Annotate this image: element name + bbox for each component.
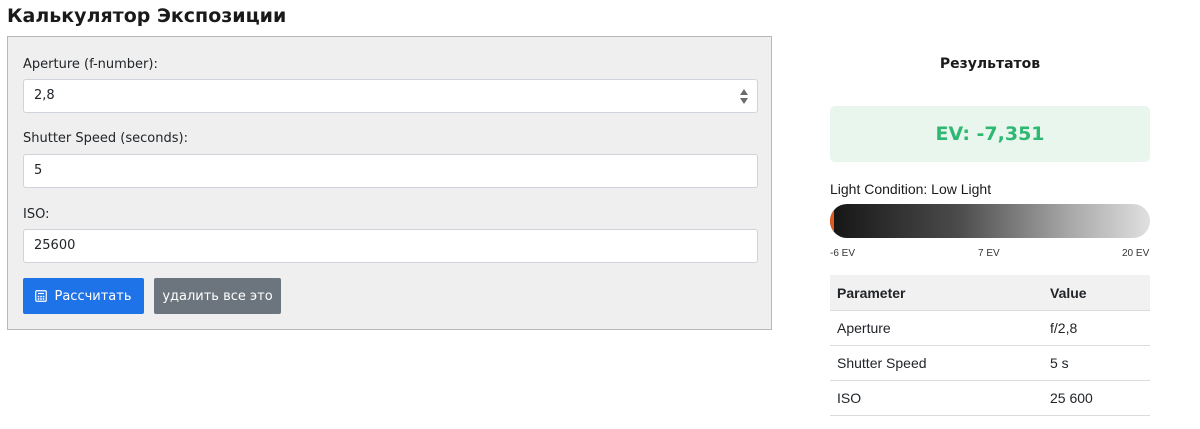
light-scale-bar — [830, 204, 1150, 238]
exposure-form-panel: Aperture (f-number): 2,8 Shutter Speed (… — [7, 36, 772, 330]
page-title: Калькулятор Экспозиции — [7, 5, 287, 27]
aperture-label: Aperture (f-number): — [23, 57, 158, 72]
aperture-value: 2,8 — [34, 88, 55, 103]
table-header-parameter: Parameter — [830, 275, 1043, 311]
table-row: Shutter Speed 5 s — [830, 345, 1150, 381]
aperture-input[interactable]: 2,8 — [23, 79, 758, 113]
table-cell-parameter: Shutter Speed — [830, 345, 1043, 381]
scale-max-label: 20 EV — [1122, 248, 1150, 259]
table-row: Aperture f/2,8 — [830, 310, 1150, 346]
shutter-speed-input[interactable]: 5 — [23, 154, 758, 188]
table-cell-parameter: Aperture — [830, 310, 1043, 346]
parameters-table: Parameter Value Aperture f/2,8 Shutter S… — [830, 275, 1150, 416]
calculate-button-label: Рассчитать — [54, 288, 132, 304]
table-cell-value: 25 600 — [1043, 380, 1150, 416]
light-level-marker — [830, 204, 834, 238]
light-condition-label: Light Condition: Low Light — [830, 181, 992, 197]
scale-min-label: -6 EV — [830, 248, 856, 259]
table-cell-parameter: ISO — [830, 380, 1043, 416]
scale-mid-label: 7 EV — [978, 248, 1000, 259]
calculate-button[interactable]: Рассчитать — [23, 278, 144, 314]
iso-value: 25600 — [34, 238, 76, 253]
clear-all-button[interactable]: удалить все это — [154, 278, 281, 314]
table-cell-value: f/2,8 — [1043, 310, 1150, 346]
ev-result-box: EV: -7,351 — [830, 106, 1150, 162]
calculator-icon — [35, 290, 48, 302]
results-title: Результатов — [939, 56, 1041, 72]
spin-down-icon[interactable] — [740, 98, 748, 104]
table-cell-value: 5 s — [1043, 345, 1150, 381]
table-header-row: Parameter Value — [830, 275, 1150, 311]
ev-value: EV: -7,351 — [935, 123, 1045, 145]
spinner-arrows-icon[interactable] — [739, 88, 749, 106]
table-row: ISO 25 600 — [830, 380, 1150, 416]
clear-all-button-label: удалить все это — [162, 288, 273, 304]
iso-label: ISO: — [23, 207, 50, 222]
shutter-speed-value: 5 — [34, 163, 43, 178]
iso-input[interactable]: 25600 — [23, 229, 758, 263]
spin-up-icon[interactable] — [740, 89, 748, 95]
table-header-value: Value — [1043, 275, 1150, 311]
shutter-speed-label: Shutter Speed (seconds): — [23, 131, 188, 146]
